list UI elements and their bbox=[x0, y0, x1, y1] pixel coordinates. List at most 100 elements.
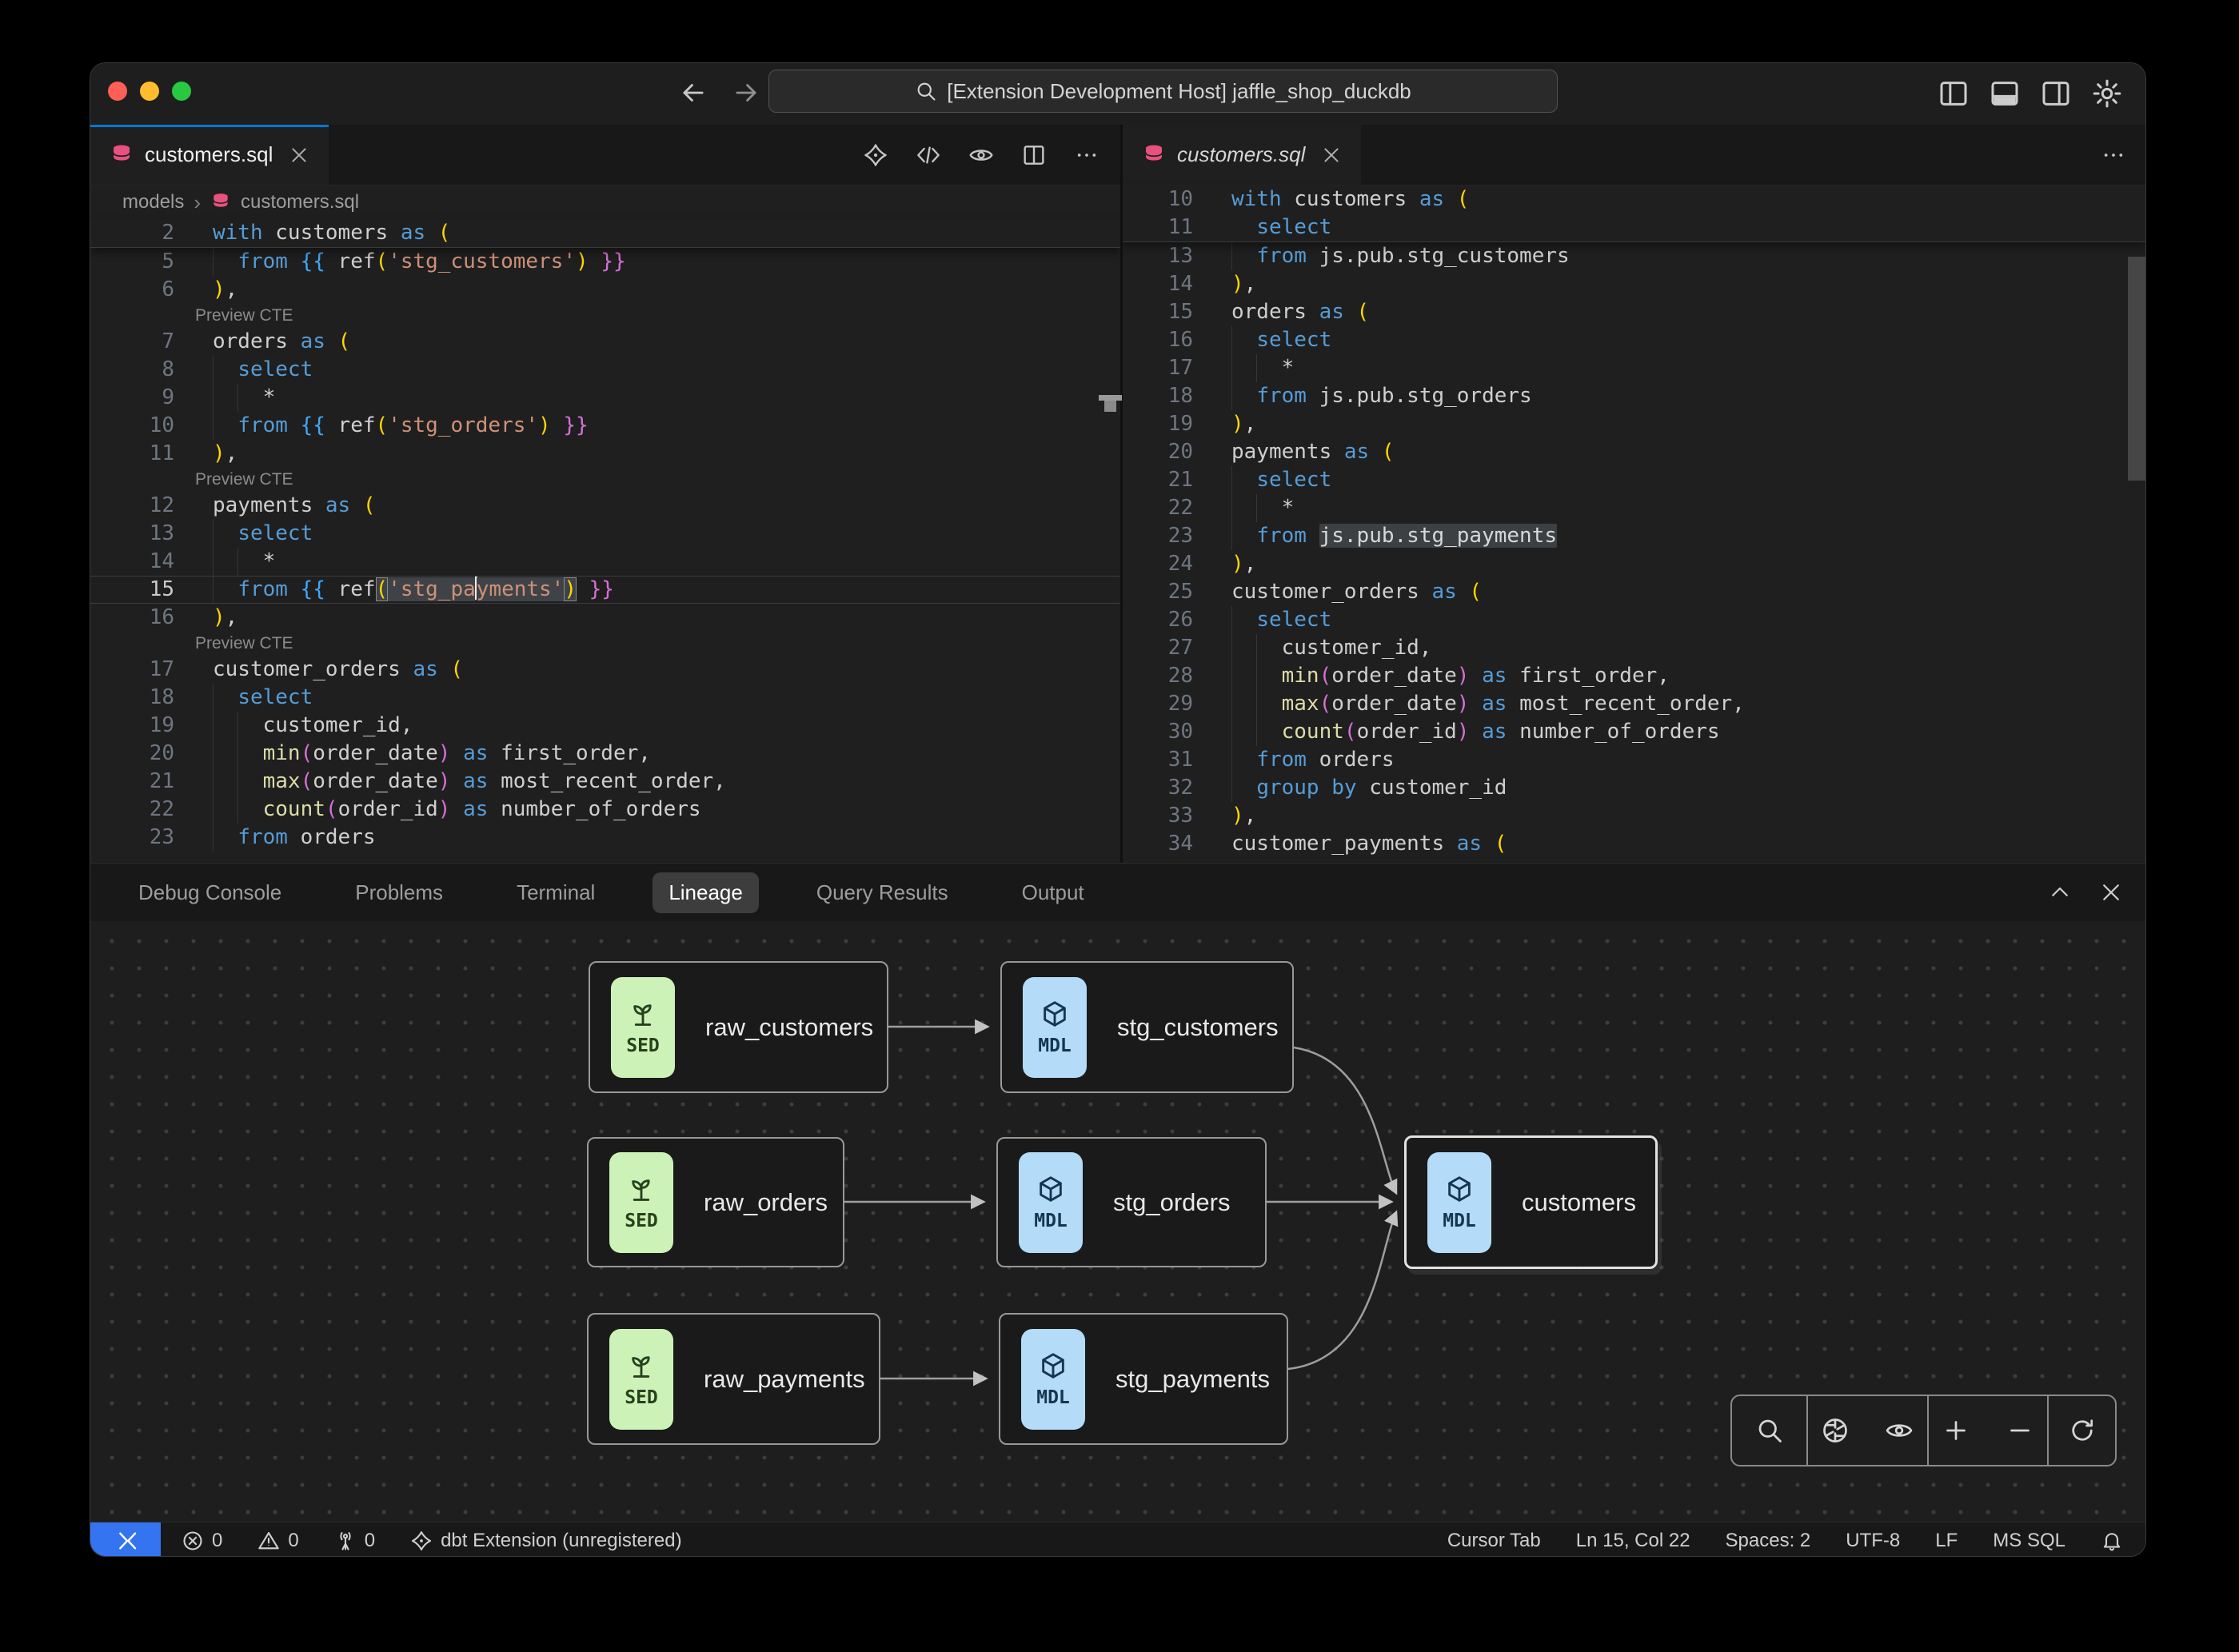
ellipsis-icon[interactable] bbox=[2101, 142, 2126, 168]
aperture-icon[interactable] bbox=[1821, 1416, 1850, 1445]
line-number[interactable]: 2 bbox=[90, 219, 192, 247]
line-content[interactable]: group by customer_id bbox=[1211, 774, 2146, 802]
line-number[interactable]: 14 bbox=[90, 548, 192, 576]
line-number[interactable]: 19 bbox=[90, 712, 192, 740]
line-number[interactable]: 16 bbox=[1123, 326, 1211, 354]
code-line[interactable]: 6), bbox=[90, 276, 1120, 304]
line-content[interactable]: select bbox=[192, 356, 1120, 384]
line-content[interactable]: customer_orders as ( bbox=[1211, 578, 2146, 606]
line-number[interactable]: 18 bbox=[1123, 382, 1211, 410]
line-content[interactable]: from {{ ref('stg_customers') }} bbox=[192, 248, 1120, 276]
line-content[interactable]: payments as ( bbox=[192, 492, 1120, 520]
line-content[interactable]: max(order_date) as most_recent_order, bbox=[1211, 690, 2146, 718]
line-content[interactable]: from {{ ref('stg_payments') }} bbox=[192, 577, 1120, 603]
line-content[interactable]: count(order_id) as number_of_orders bbox=[192, 796, 1120, 824]
line-number[interactable]: 22 bbox=[90, 796, 192, 824]
scrollbar-decoration-handle[interactable] bbox=[1104, 401, 1116, 412]
breadcrumb-folder[interactable]: models bbox=[122, 191, 184, 213]
codelens-link[interactable]: Preview CTE bbox=[174, 468, 293, 492]
code-line[interactable]: 26 select bbox=[1123, 606, 2146, 634]
sticky-code-line[interactable]: 11 select bbox=[1123, 213, 2146, 241]
line-number[interactable]: 27 bbox=[1123, 634, 1211, 662]
panel-tab-debug-console[interactable]: Debug Console bbox=[122, 872, 297, 913]
status-ln-15-col-22[interactable]: Ln 15, Col 22 bbox=[1576, 1530, 1690, 1552]
lineage-node-raw_customers[interactable]: SEDraw_customers bbox=[589, 961, 888, 1093]
code-line[interactable]: 28 min(order_date) as first_order, bbox=[1123, 662, 2146, 690]
code-line[interactable]: 25customer_orders as ( bbox=[1123, 578, 2146, 606]
code-line[interactable]: 24), bbox=[1123, 550, 2146, 578]
panel-tab-output[interactable]: Output bbox=[1006, 872, 1100, 913]
panel-tab-lineage[interactable]: Lineage bbox=[653, 872, 759, 913]
line-number[interactable]: 8 bbox=[90, 356, 192, 384]
line-content[interactable]: from js.pub.stg_customers bbox=[1211, 242, 2146, 270]
left-code-pane[interactable]: 2with customers as ( 5 from {{ ref('stg_… bbox=[90, 219, 1120, 852]
line-content[interactable]: from js.pub.stg_orders bbox=[1211, 382, 2146, 410]
line-number[interactable]: 33 bbox=[1123, 802, 1211, 830]
line-content[interactable]: payments as ( bbox=[1211, 438, 2146, 466]
panel-tab-query-results[interactable]: Query Results bbox=[800, 872, 964, 913]
line-content[interactable]: ), bbox=[1211, 410, 2146, 438]
code-line[interactable]: 12payments as ( bbox=[90, 492, 1120, 520]
code-line[interactable]: 8 select bbox=[90, 356, 1120, 384]
lineage-node-raw_payments[interactable]: SEDraw_payments bbox=[587, 1313, 880, 1445]
line-content[interactable]: min(order_date) as first_order, bbox=[1211, 662, 2146, 690]
line-content[interactable]: ), bbox=[192, 604, 1120, 632]
code-lines[interactable]: 13 from js.pub.stg_customers14),15orders… bbox=[1123, 242, 2146, 858]
code-line[interactable]: 15orders as ( bbox=[1123, 298, 2146, 326]
ellipsis-icon[interactable] bbox=[1074, 142, 1100, 168]
line-number[interactable]: 17 bbox=[90, 656, 192, 684]
code-line[interactable]: 17customer_orders as ( bbox=[90, 656, 1120, 684]
code-line[interactable]: 7orders as ( bbox=[90, 328, 1120, 356]
line-number[interactable]: 7 bbox=[90, 328, 192, 356]
close-icon[interactable] bbox=[1321, 145, 1342, 166]
line-content[interactable]: orders as ( bbox=[1211, 298, 2146, 326]
eye-icon[interactable] bbox=[1885, 1416, 1914, 1445]
line-number[interactable]: 15 bbox=[90, 577, 192, 603]
code-line[interactable]: 18 select bbox=[90, 684, 1120, 712]
panel-tab-terminal[interactable]: Terminal bbox=[501, 872, 611, 913]
code-line[interactable]: 15 from {{ ref('stg_payments') }} bbox=[90, 576, 1120, 604]
code-line[interactable]: 13 from js.pub.stg_customers bbox=[1123, 242, 2146, 270]
code-line[interactable]: 18 from js.pub.stg_orders bbox=[1123, 382, 2146, 410]
line-number[interactable]: 29 bbox=[1123, 690, 1211, 718]
line-content[interactable]: select bbox=[1211, 213, 2146, 241]
lineage-node-stg_customers[interactable]: MDLstg_customers bbox=[1000, 961, 1294, 1093]
right-editor-scrollbar[interactable] bbox=[2128, 257, 2145, 481]
line-content[interactable]: customer_orders as ( bbox=[192, 656, 1120, 684]
line-content[interactable]: from {{ ref('stg_orders') }} bbox=[192, 412, 1120, 440]
line-number[interactable]: 21 bbox=[90, 768, 192, 796]
code-line[interactable]: 16 select bbox=[1123, 326, 2146, 354]
line-number[interactable]: 30 bbox=[1123, 718, 1211, 746]
line-number[interactable]: 10 bbox=[1123, 186, 1211, 213]
code-line[interactable]: 14 * bbox=[90, 548, 1120, 576]
line-number[interactable]: 18 bbox=[90, 684, 192, 712]
close-window-button[interactable] bbox=[108, 82, 127, 101]
line-content[interactable]: ), bbox=[1211, 802, 2146, 830]
code-line[interactable]: 11), bbox=[90, 440, 1120, 468]
arrow-back-icon[interactable] bbox=[678, 78, 708, 108]
lineage-canvas[interactable]: SEDraw_customersMDLstg_customersSEDraw_o… bbox=[90, 921, 2146, 1522]
code-line[interactable]: 9 * bbox=[90, 384, 1120, 412]
code-line[interactable]: 19 customer_id, bbox=[90, 712, 1120, 740]
sticky-code-line[interactable]: 2with customers as ( bbox=[90, 219, 1120, 247]
code-line[interactable]: 20 min(order_date) as first_order, bbox=[90, 740, 1120, 768]
line-content[interactable]: * bbox=[192, 384, 1120, 412]
status-error[interactable]: 0 bbox=[182, 1530, 222, 1552]
line-number[interactable]: 5 bbox=[90, 248, 192, 276]
line-content[interactable]: from js.pub.stg_payments bbox=[1211, 522, 2146, 550]
code-line[interactable]: 14), bbox=[1123, 270, 2146, 298]
line-content[interactable]: with customers as ( bbox=[1211, 186, 2146, 213]
line-content[interactable]: count(order_id) as number_of_orders bbox=[1211, 718, 2146, 746]
code-line[interactable]: 13 select bbox=[90, 520, 1120, 548]
code-line[interactable]: 16), bbox=[90, 604, 1120, 632]
line-content[interactable]: customer_payments as ( bbox=[1211, 830, 2146, 858]
sticky-code-line[interactable]: 10with customers as ( bbox=[1123, 186, 2146, 213]
right-code-pane[interactable]: 10with customers as (11 select 13 from j… bbox=[1123, 186, 2146, 858]
line-number[interactable]: 32 bbox=[1123, 774, 1211, 802]
code-line[interactable]: 29 max(order_date) as most_recent_order, bbox=[1123, 690, 2146, 718]
line-number[interactable]: 23 bbox=[90, 824, 192, 852]
breadcrumb-file[interactable]: customers.sql bbox=[241, 191, 359, 213]
lineage-node-customers[interactable]: MDLcustomers bbox=[1404, 1135, 1658, 1269]
codelens-link[interactable]: Preview CTE bbox=[174, 632, 293, 656]
line-number[interactable]: 26 bbox=[1123, 606, 1211, 634]
